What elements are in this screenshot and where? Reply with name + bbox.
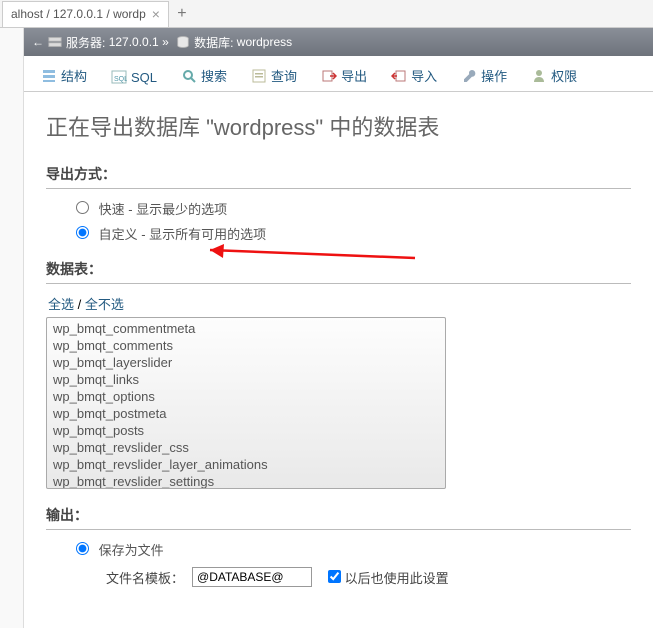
table-option[interactable]: wp_bmqt_comments bbox=[49, 337, 443, 354]
export-method-heading: 导出方式： bbox=[46, 164, 631, 189]
tab-label: 操作 bbox=[481, 66, 507, 85]
wrench-icon bbox=[461, 68, 477, 84]
filename-template-input[interactable] bbox=[192, 567, 312, 587]
tab-label: SQL bbox=[131, 70, 157, 85]
tab-label: 导入 bbox=[411, 66, 437, 85]
tab-label: 搜索 bbox=[201, 66, 227, 85]
radio-label-text: 自定义 - 显示所有可用的选项 bbox=[99, 227, 267, 242]
import-icon bbox=[391, 68, 407, 84]
structure-icon bbox=[41, 68, 57, 84]
use-later-label: 以后也使用此设置 bbox=[345, 571, 449, 586]
nav-tabs: 结构 SQL SQL 搜索 查询 导出 导入 操作 权限 bbox=[24, 56, 653, 92]
table-option[interactable]: wp_bmqt_posts bbox=[49, 422, 443, 439]
tab-label: 查询 bbox=[271, 66, 297, 85]
output-heading: 输出： bbox=[46, 505, 631, 530]
tab-sql[interactable]: SQL SQL bbox=[100, 62, 168, 91]
table-option[interactable]: wp_bmqt_links bbox=[49, 371, 443, 388]
close-icon[interactable]: × bbox=[152, 6, 160, 22]
radio-custom-label[interactable]: 自定义 - 显示所有可用的选项 bbox=[76, 227, 266, 242]
back-arrow-icon[interactable]: ← bbox=[32, 35, 44, 49]
tables-heading: 数据表： bbox=[46, 259, 631, 284]
privileges-icon bbox=[531, 68, 547, 84]
tab-privileges[interactable]: 权限 bbox=[520, 59, 588, 91]
breadcrumb: ← 服务器: 127.0.0.1 » 数据库: wordpress bbox=[24, 28, 653, 56]
table-option[interactable]: wp_bmqt_options bbox=[49, 388, 443, 405]
browser-tab[interactable]: alhost / 127.0.0.1 / wordp × bbox=[2, 1, 169, 27]
table-option[interactable]: wp_bmqt_revslider_layer_animations bbox=[49, 456, 443, 473]
page-title: 正在导出数据库 "wordpress" 中的数据表 bbox=[46, 110, 631, 142]
tab-operations[interactable]: 操作 bbox=[450, 59, 518, 91]
db-label: 数据库: bbox=[194, 34, 233, 51]
tab-search[interactable]: 搜索 bbox=[170, 59, 238, 91]
query-icon bbox=[251, 68, 267, 84]
search-icon bbox=[181, 68, 197, 84]
use-later-checkbox[interactable] bbox=[328, 570, 341, 583]
sql-icon: SQL bbox=[111, 69, 127, 85]
radio-quick[interactable] bbox=[76, 201, 89, 214]
browser-tab-title: alhost / 127.0.0.1 / wordp bbox=[11, 7, 146, 21]
tab-structure[interactable]: 结构 bbox=[30, 59, 98, 91]
radio-label-text: 快速 - 显示最少的选项 bbox=[99, 202, 228, 217]
unselect-all-link[interactable]: 全不选 bbox=[85, 297, 124, 312]
select-all-link[interactable]: 全选 bbox=[48, 297, 74, 312]
tab-import[interactable]: 导入 bbox=[380, 59, 448, 91]
table-option[interactable]: wp_bmqt_commentmeta bbox=[49, 320, 443, 337]
radio-save-file[interactable] bbox=[76, 542, 89, 555]
table-option[interactable]: wp_bmqt_revslider_css bbox=[49, 439, 443, 456]
new-tab-button[interactable]: + bbox=[169, 5, 195, 23]
radio-custom[interactable] bbox=[76, 226, 89, 239]
tab-label: 权限 bbox=[551, 66, 577, 85]
tab-label: 结构 bbox=[61, 66, 87, 85]
breadcrumb-sep: » bbox=[162, 35, 169, 49]
server-icon bbox=[48, 35, 62, 49]
server-label: 服务器: bbox=[66, 34, 105, 51]
server-value[interactable]: 127.0.0.1 bbox=[109, 35, 159, 49]
tables-multiselect[interactable]: wp_bmqt_commentmetawp_bmqt_commentswp_bm… bbox=[46, 317, 446, 489]
left-sidebar-gutter bbox=[0, 28, 24, 628]
table-option[interactable]: wp_bmqt_postmeta bbox=[49, 405, 443, 422]
radio-label-text: 保存为文件 bbox=[99, 543, 164, 558]
table-option[interactable]: wp_bmqt_revslider_settings bbox=[49, 473, 443, 489]
radio-quick-label[interactable]: 快速 - 显示最少的选项 bbox=[76, 202, 227, 217]
export-icon bbox=[321, 68, 337, 84]
tab-export[interactable]: 导出 bbox=[310, 59, 378, 91]
radio-savefile-label[interactable]: 保存为文件 bbox=[76, 543, 164, 558]
tab-label: 导出 bbox=[341, 66, 367, 85]
filename-template-label: 文件名模板： bbox=[106, 568, 184, 587]
database-icon bbox=[176, 35, 190, 49]
svg-text:SQL: SQL bbox=[114, 76, 127, 83]
table-option[interactable]: wp_bmqt_layerslider bbox=[49, 354, 443, 371]
db-value[interactable]: wordpress bbox=[237, 35, 292, 49]
tab-query[interactable]: 查询 bbox=[240, 59, 308, 91]
